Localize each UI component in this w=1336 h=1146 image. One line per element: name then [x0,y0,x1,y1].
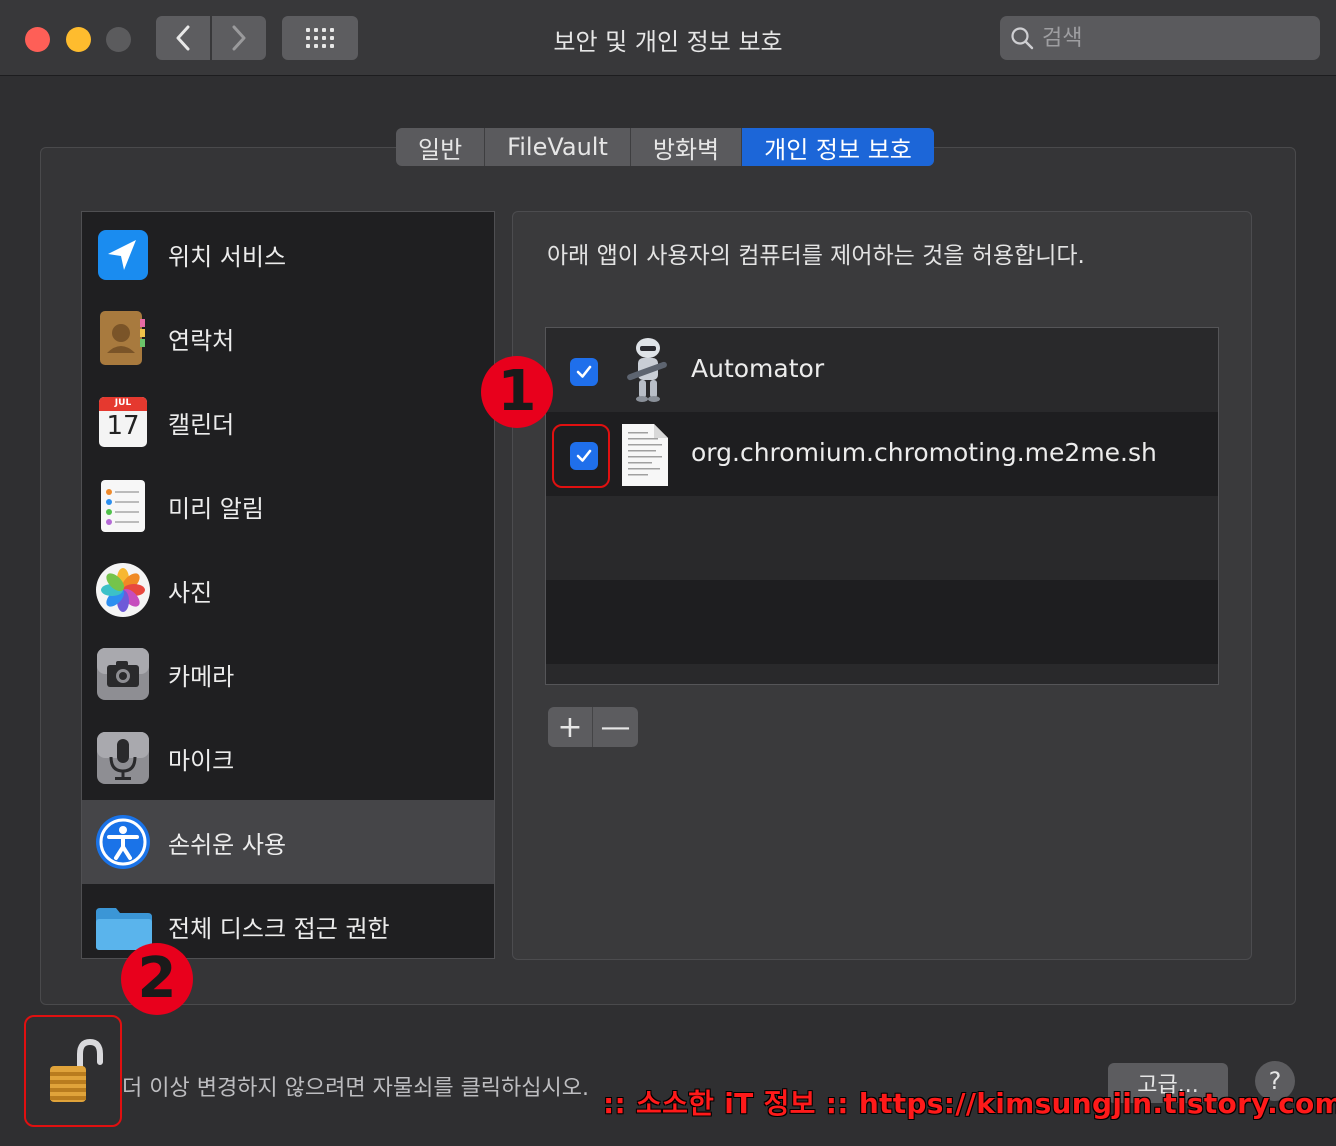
reminders-icon [101,480,145,532]
allowed-apps-list[interactable]: Automator org.chromium.chromoting.me2me.… [545,327,1219,685]
sidebar-item-label: 마이크 [168,746,235,775]
sidebar-item-reminders[interactable]: 미리 알림 [82,464,494,548]
search-icon [1011,27,1034,50]
table-row [546,496,1218,580]
contacts-book-icon [100,311,145,365]
sidebar-item-label: 카메라 [168,662,235,691]
table-row [546,664,1218,684]
padlock-unlocked-icon[interactable] [40,1036,106,1106]
sidebar-item-contacts[interactable]: 연락처 [82,296,494,380]
table-row [546,580,1218,664]
sidebar-item-label: 전체 디스크 접근 권한 [168,914,390,943]
table-row[interactable]: Automator [546,328,1218,412]
app-name: Automator [691,354,825,383]
tab-privacy[interactable]: 개인 정보 보호 [742,128,934,166]
search-field[interactable] [1000,16,1320,60]
annotation-badge-2: 2 [121,943,193,1015]
title-bar: 보안 및 개인 정보 보호 [0,0,1336,76]
table-row[interactable]: org.chromium.chromoting.me2me.sh [546,412,1218,496]
sidebar-item-label: 위치 서비스 [168,242,287,271]
lock-instruction-text: 더 이상 변경하지 않으려면 자물쇠를 클릭하십시오. [122,1076,590,1101]
sidebar-item-label: 미리 알림 [168,494,264,523]
remove-app-button[interactable]: — [593,707,638,747]
checkmark-icon [576,365,592,378]
calendar-day: 17 [106,411,140,441]
add-remove-control: + — [548,707,638,747]
sidebar-item-label: 사진 [168,578,213,607]
app-name: org.chromium.chromoting.me2me.sh [691,438,1157,467]
tab-filevault[interactable]: FileVault [485,128,631,166]
annotation-highlight-checkbox [552,424,610,488]
sidebar-item-label: 연락처 [168,326,235,355]
microphone-icon [97,732,149,784]
sidebar-item-label: 손쉬운 사용 [168,830,287,859]
camera-icon [97,648,149,700]
photos-icon [96,563,150,617]
location-arrow-icon [98,230,148,280]
annotation-badge-1: 1 [481,356,553,428]
app-checkbox[interactable] [570,358,598,386]
search-input[interactable] [1042,25,1302,51]
sidebar-item-calendar[interactable]: JUL 17 캘린더 [82,380,494,464]
tab-bar: 일반 FileVault 방화벽 개인 정보 보호 [396,128,934,166]
automator-robot-icon [627,338,667,402]
permission-description: 아래 앱이 사용자의 컴퓨터를 제어하는 것을 허용합니다. [547,243,1085,269]
watermark-text: :: 소소한 iT 정보 :: https://kimsungjin.tisto… [603,1087,1336,1120]
add-app-button[interactable]: + [548,707,593,747]
tab-general[interactable]: 일반 [396,128,486,166]
sidebar-item-camera[interactable]: 카메라 [82,632,494,716]
privacy-category-list[interactable]: 위치 서비스 연락처 JUL 17 캘린더 미리 알림 사진 카메라 마이크 손… [81,211,495,959]
tab-firewall[interactable]: 방화벽 [631,128,743,166]
accessibility-icon [96,815,150,869]
sidebar-item-accessibility[interactable]: 손쉬운 사용 [82,800,494,884]
document-icon [622,424,668,486]
sidebar-item-photos[interactable]: 사진 [82,548,494,632]
sidebar-item-microphone[interactable]: 마이크 [82,716,494,800]
calendar-month: JUL [114,398,132,408]
sidebar-item-label: 캘린더 [168,410,235,439]
sidebar-item-location[interactable]: 위치 서비스 [82,212,494,296]
calendar-icon: JUL 17 [94,393,152,451]
